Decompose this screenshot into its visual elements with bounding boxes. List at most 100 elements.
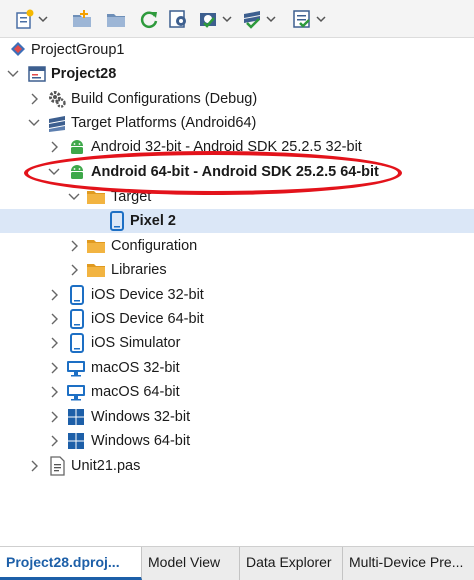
tab-model-view[interactable]: Model View xyxy=(142,547,240,580)
tree-item-windows-64[interactable]: Windows 64-bit xyxy=(0,429,474,453)
tree-item-label: Windows 64-bit xyxy=(91,433,191,449)
build-all-dropdown[interactable] xyxy=(266,12,276,26)
add-folder-icon xyxy=(73,10,91,27)
tree-item-label: iOS Simulator xyxy=(91,335,181,351)
tree-item-pixel-2[interactable]: Pixel 2 xyxy=(0,209,474,233)
chevron-right-icon[interactable] xyxy=(48,405,62,429)
tree-item-label: Target xyxy=(111,189,152,205)
phone-device-icon xyxy=(107,211,127,231)
tree-item-label: ProjectGroup1 xyxy=(31,42,125,58)
tab-data-explorer[interactable]: Data Explorer xyxy=(240,547,343,580)
checklist-icon xyxy=(293,10,310,28)
chevron-right-icon[interactable] xyxy=(48,283,62,307)
tree-item-label: Build Configurations (Debug) xyxy=(71,91,258,107)
tree-item-label: macOS 32-bit xyxy=(91,360,180,376)
folder-icon xyxy=(107,14,125,27)
tree-item-label: Target Platforms (Android64) xyxy=(71,115,257,131)
monitor-icon xyxy=(66,358,86,378)
windows-logo-icon xyxy=(66,431,86,451)
tab-project[interactable]: Project28.dproj... xyxy=(0,547,142,580)
chevron-right-icon[interactable] xyxy=(48,331,62,355)
tree-item-target[interactable]: Target xyxy=(0,185,474,209)
project-tree: ProjectGroup1 Project28 Build Configurat… xyxy=(0,38,474,542)
tree-item-label: macOS 64-bit xyxy=(91,384,180,400)
tree-item-label: iOS Device 32-bit xyxy=(91,287,204,303)
tree-item-label: Android 32-bit - Android SDK 25.2.5 32-b… xyxy=(91,139,362,155)
chevron-right-icon[interactable] xyxy=(48,307,62,331)
monitor-icon xyxy=(66,382,86,402)
build-gear-dropdown[interactable] xyxy=(222,12,232,26)
build-all-button[interactable] xyxy=(240,7,264,31)
tree-item-ios-simulator[interactable]: iOS Simulator xyxy=(0,331,474,355)
tree-item-label: Configuration xyxy=(111,238,198,254)
tree-item-android-64[interactable]: Android 64-bit - Android SDK 25.2.5 64-b… xyxy=(0,160,474,184)
chevron-right-icon[interactable] xyxy=(48,380,62,404)
folder-icon xyxy=(86,187,106,207)
chevron-down-icon xyxy=(38,16,48,23)
tree-item-libraries[interactable]: Libraries xyxy=(0,258,474,282)
tree-item-configuration[interactable]: Configuration xyxy=(0,234,474,258)
folder-icon xyxy=(86,236,106,256)
project-options-button[interactable] xyxy=(166,7,190,31)
chevron-right-icon[interactable] xyxy=(68,234,82,258)
gear-icon xyxy=(47,89,67,109)
refresh-icon xyxy=(140,11,158,28)
project-icon xyxy=(27,64,47,84)
new-item-button[interactable] xyxy=(12,7,36,31)
new-item-icon xyxy=(16,9,34,29)
checklist-dropdown[interactable] xyxy=(316,12,326,26)
tree-item-build-configurations[interactable]: Build Configurations (Debug) xyxy=(0,87,474,111)
phone-device-icon xyxy=(67,309,87,329)
tree-item-ios-64[interactable]: iOS Device 64-bit xyxy=(0,307,474,331)
tree-item-label: Unit21.pas xyxy=(71,458,141,474)
bottom-tab-bar: Project28.dproj... Model View Data Explo… xyxy=(0,546,474,580)
project-manager-toolbar xyxy=(0,0,474,38)
chevron-down-icon[interactable] xyxy=(27,111,41,135)
chevron-down-icon xyxy=(316,16,326,23)
build-gear-icon xyxy=(200,13,216,28)
chevron-right-icon[interactable] xyxy=(48,429,62,453)
tree-item-windows-32[interactable]: Windows 32-bit xyxy=(0,405,474,429)
project-options-icon xyxy=(169,10,186,28)
tree-item-project-group[interactable]: ProjectGroup1 xyxy=(0,38,474,62)
checklist-button[interactable] xyxy=(290,7,314,31)
chevron-down-icon xyxy=(266,16,276,23)
tree-item-ios-32[interactable]: iOS Device 32-bit xyxy=(0,283,474,307)
folder-button[interactable] xyxy=(104,7,128,31)
tree-item-unit[interactable]: Unit21.pas xyxy=(0,454,474,478)
add-folder-button[interactable] xyxy=(70,7,94,31)
phone-device-icon xyxy=(67,285,87,305)
chevron-down-icon[interactable] xyxy=(47,160,61,184)
chevron-right-icon[interactable] xyxy=(48,135,62,159)
chevron-right-icon[interactable] xyxy=(48,356,62,380)
phone-device-icon xyxy=(67,333,87,353)
tree-item-label: Pixel 2 xyxy=(130,213,176,229)
chevron-down-icon[interactable] xyxy=(67,185,81,209)
tree-item-label: Libraries xyxy=(111,262,167,278)
tab-multi-device-preview[interactable]: Multi-Device Pre... xyxy=(343,547,474,580)
platforms-stack-icon xyxy=(47,113,67,133)
tree-item-android-32[interactable]: Android 32-bit - Android SDK 25.2.5 32-b… xyxy=(0,135,474,159)
refresh-button[interactable] xyxy=(137,7,161,31)
chevron-right-icon[interactable] xyxy=(28,454,42,478)
windows-logo-icon xyxy=(66,407,86,427)
folder-icon xyxy=(86,260,106,280)
tree-item-project[interactable]: Project28 xyxy=(0,62,474,86)
project-group-icon xyxy=(8,40,28,60)
tree-item-label: Windows 32-bit xyxy=(91,409,191,425)
chevron-down-icon[interactable] xyxy=(6,62,20,86)
tree-item-macos-32[interactable]: macOS 32-bit xyxy=(0,356,474,380)
new-item-dropdown[interactable] xyxy=(38,12,48,26)
tree-item-label: iOS Device 64-bit xyxy=(91,311,204,327)
tree-item-label: Project28 xyxy=(51,66,117,82)
tree-item-macos-64[interactable]: macOS 64-bit xyxy=(0,380,474,404)
chevron-right-icon[interactable] xyxy=(68,258,82,282)
tree-item-label: Android 64-bit - Android SDK 25.2.5 64-b… xyxy=(91,164,379,180)
tree-item-target-platforms[interactable]: Target Platforms (Android64) xyxy=(0,111,474,135)
android-icon xyxy=(67,137,87,157)
android-icon xyxy=(67,162,87,182)
chevron-down-icon xyxy=(222,16,232,23)
build-all-icon xyxy=(244,11,260,29)
chevron-right-icon[interactable] xyxy=(28,87,42,111)
build-gear-button[interactable] xyxy=(196,7,220,31)
